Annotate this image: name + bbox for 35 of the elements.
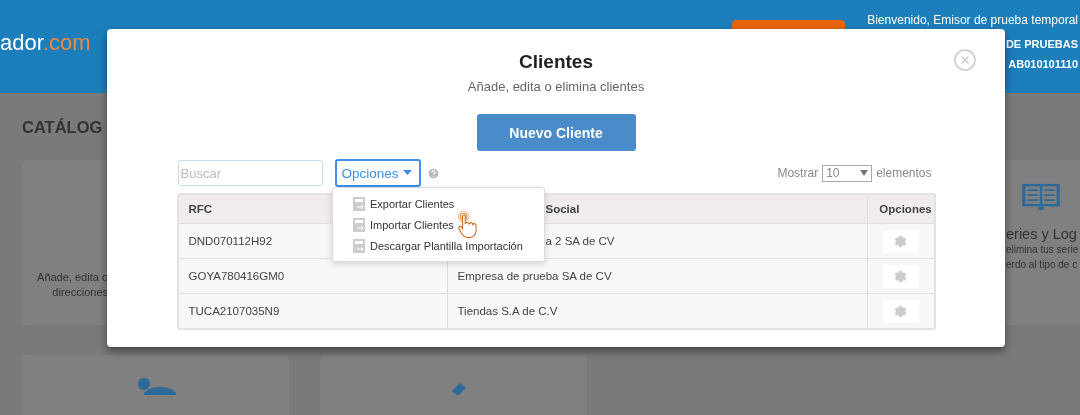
new-client-button[interactable]: Nuevo Cliente: [476, 114, 636, 151]
table-cell: TUCA2107035N9: [178, 293, 447, 328]
card-description: elimina tus serie: [1006, 243, 1080, 257]
close-icon[interactable]: [953, 48, 977, 72]
search-field[interactable]: Buscar: [177, 160, 323, 186]
user-info: AB010101110: [1008, 57, 1079, 72]
help-icon[interactable]: [426, 166, 440, 180]
spreadsheet-icon: [352, 237, 366, 254]
page-heading: CATÁLOG: [22, 117, 103, 138]
welcome-text: Bienvenido, Emisor de prueba temporal: [867, 12, 1079, 28]
caret-icon: [402, 170, 412, 176]
options-dropdown-button[interactable]: Opciones: [334, 159, 421, 187]
settings-button[interactable]: [882, 299, 919, 323]
spreadsheet-icon: [352, 195, 366, 212]
book-icon: [1021, 182, 1061, 212]
show-label: Mostrar: [777, 166, 819, 180]
gear-icon: [894, 304, 907, 318]
user-info: DE PRUEBAS: [1005, 37, 1079, 52]
modal-subtitle: Añade, edita o elimina clientes: [467, 79, 645, 94]
show-suffix: elementos: [876, 166, 932, 180]
page-size-select[interactable]: 10: [822, 164, 873, 182]
table-cell: Tiendas S.A de C.V: [446, 293, 867, 328]
gear-icon: [894, 234, 907, 248]
table-cell: Empresa de prueba SA de CV: [446, 258, 867, 293]
logo[interactable]: ador.com: [0, 30, 91, 56]
settings-button[interactable]: [882, 264, 919, 288]
gear-icon: [894, 269, 907, 283]
card-description: erdo al tipo de c: [1006, 258, 1079, 272]
card-title: eries y Log: [1006, 226, 1078, 242]
caret-icon: [860, 170, 869, 176]
column-header: Opciones: [866, 195, 934, 223]
spreadsheet-icon: [352, 216, 366, 233]
settings-button[interactable]: [882, 229, 919, 253]
table-cell: GOYA780416GM0: [178, 258, 447, 293]
modal-title: Clientes: [519, 51, 593, 73]
